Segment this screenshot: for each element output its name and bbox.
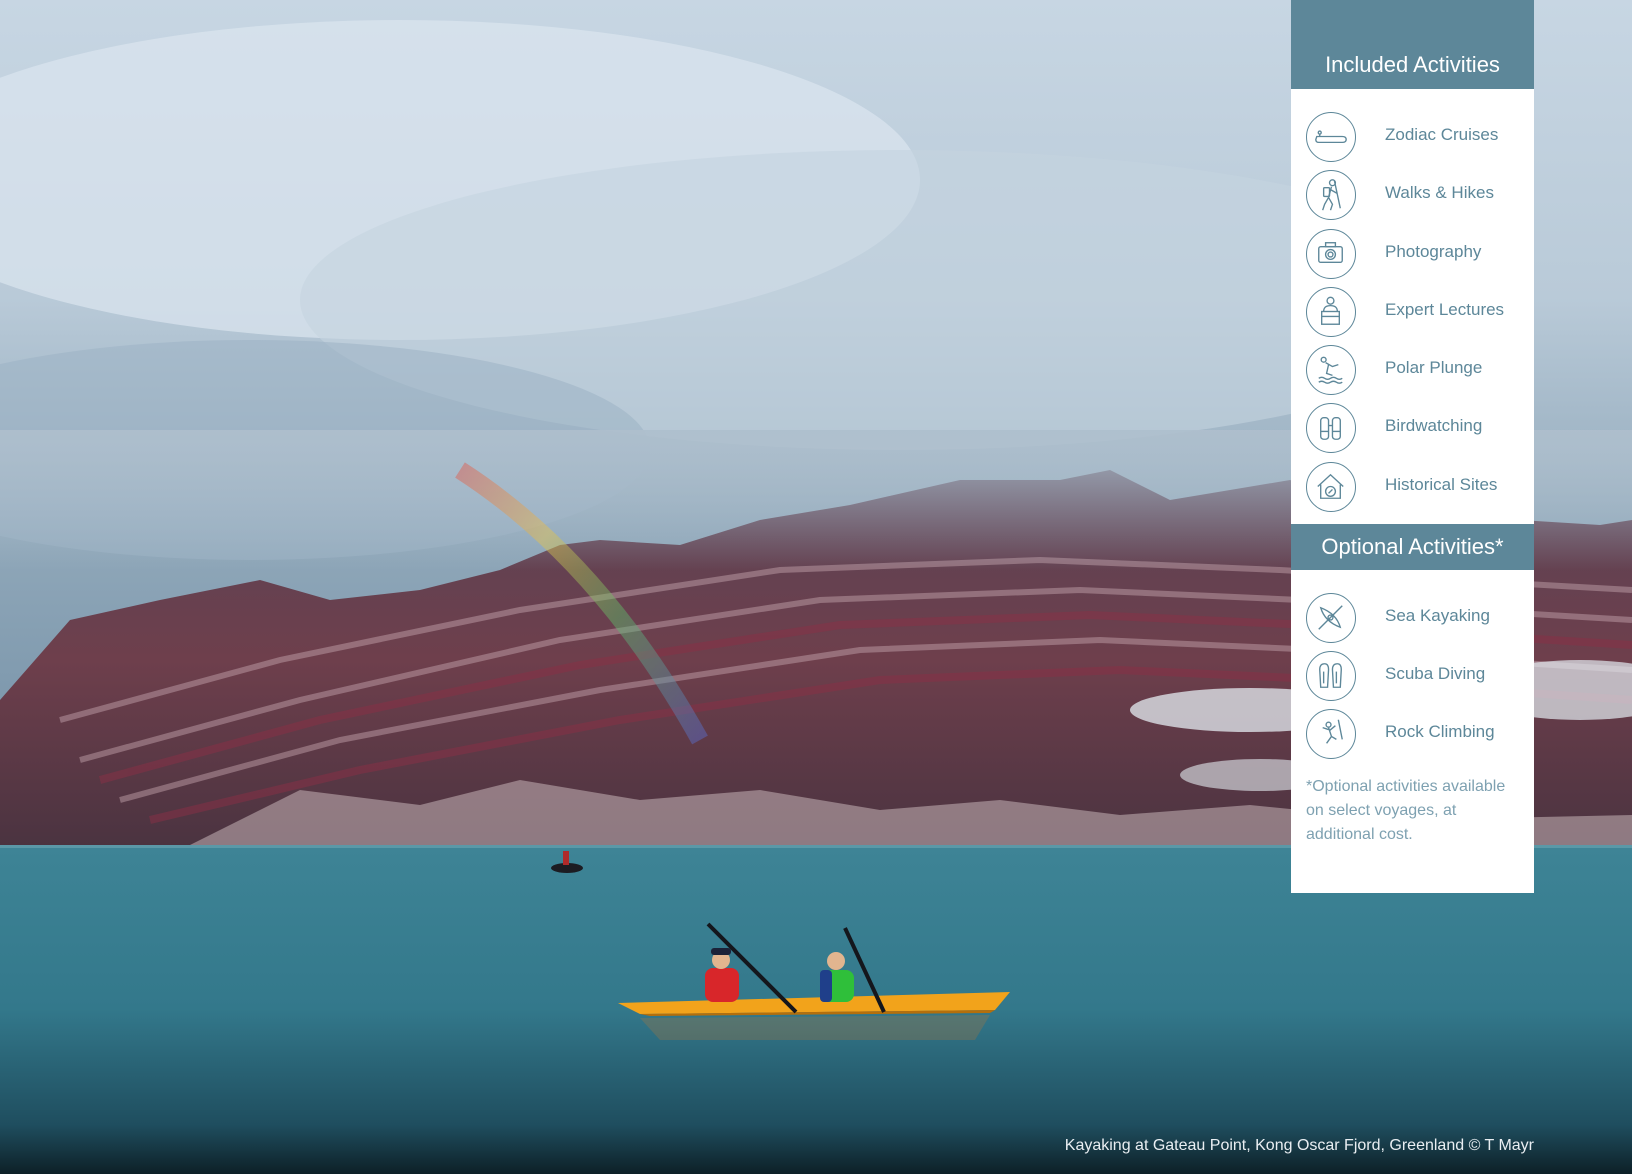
list-item-walks-hikes: Walks & Hikes — [1291, 168, 1534, 226]
list-item-rock-climbing: Rock Climbing — [1291, 707, 1534, 765]
kayak-icon — [1306, 593, 1356, 643]
optional-activities-header: Optional Activities* — [1291, 524, 1534, 570]
hiker-icon — [1306, 170, 1356, 221]
camera-icon — [1306, 228, 1356, 279]
activity-label: Zodiac Cruises — [1385, 125, 1499, 144]
list-item-birdwatching: Birdwatching — [1291, 401, 1534, 459]
list-item-scuba-diving: Scuba Diving — [1291, 649, 1534, 707]
historic-house-icon — [1306, 461, 1356, 512]
optional-footnote: *Optional activities available on select… — [1306, 778, 1506, 843]
fins-icon — [1306, 651, 1356, 701]
list-item-zodiac-cruises: Zodiac Cruises — [1291, 110, 1534, 168]
included-activities-header: Included Activities — [1291, 0, 1534, 89]
optional-activities-list: Sea Kayaking Scuba Diving Rock Climbing — [1291, 570, 1534, 765]
activity-label: Photography — [1385, 241, 1482, 261]
list-item-historical-sites: Historical Sites — [1291, 460, 1534, 518]
list-item-photography: Photography — [1291, 227, 1534, 285]
activity-label: Scuba Diving — [1385, 664, 1486, 683]
photo-caption: Kayaking at Gateau Point, Kong Oscar Fjo… — [1064, 1137, 1534, 1154]
activity-label: Expert Lectures — [1385, 299, 1505, 319]
lecturer-icon — [1306, 286, 1356, 337]
included-activities-list: Zodiac Cruises Walks & Hikes Photography… — [1291, 89, 1534, 524]
activity-label: Birdwatching — [1385, 416, 1483, 436]
zodiac-icon — [1306, 112, 1356, 162]
climber-icon — [1306, 709, 1356, 759]
activity-label: Rock Climbing — [1385, 722, 1495, 741]
list-item-polar-plunge: Polar Plunge — [1291, 343, 1534, 401]
activities-panel: Included Activities Zodiac Cruises Walks… — [1291, 0, 1534, 893]
activity-label: Historical Sites — [1385, 474, 1498, 494]
activity-label: Sea Kayaking — [1385, 606, 1490, 625]
plunge-icon — [1306, 345, 1356, 396]
list-item-expert-lectures: Expert Lectures — [1291, 285, 1534, 343]
binoculars-icon — [1306, 403, 1356, 454]
activity-label: Polar Plunge — [1385, 358, 1483, 378]
list-item-sea-kayaking: Sea Kayaking — [1291, 591, 1534, 649]
activity-label: Walks & Hikes — [1385, 183, 1494, 203]
